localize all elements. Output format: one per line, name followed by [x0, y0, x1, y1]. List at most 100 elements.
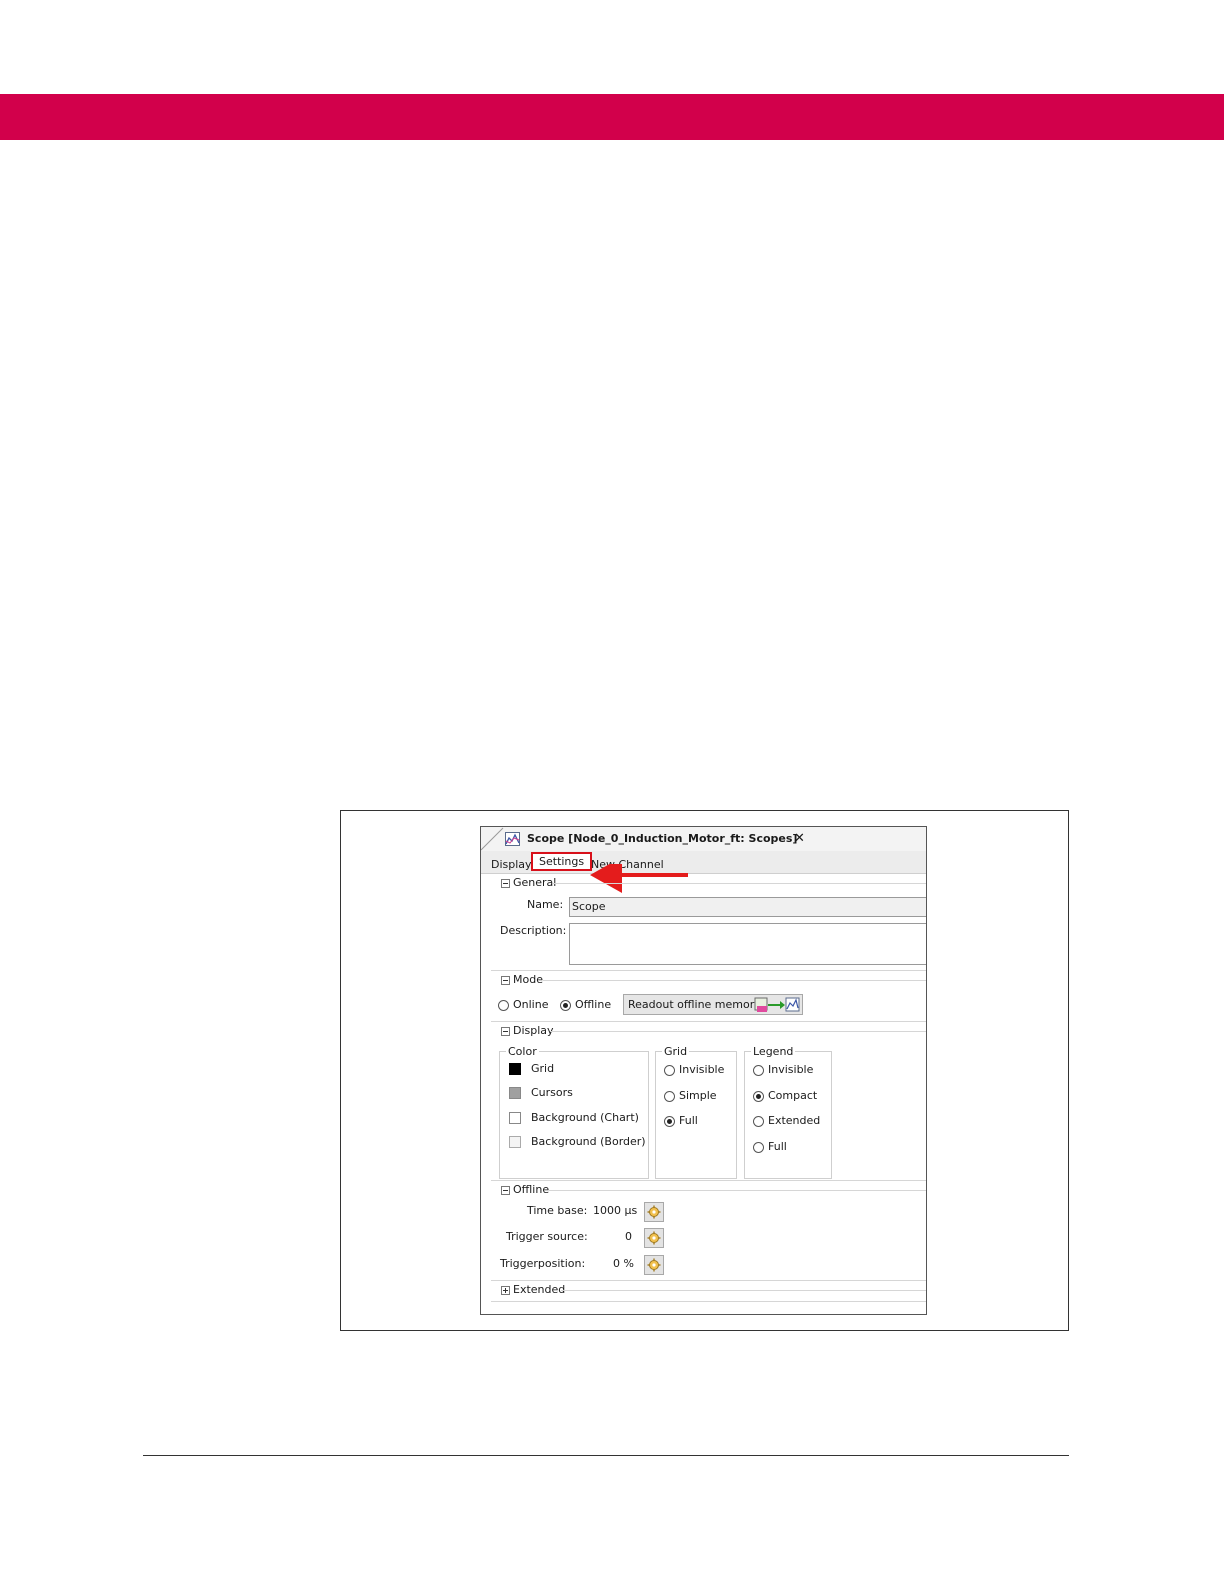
readout-button-label: Readout offline memory	[628, 998, 761, 1011]
section-divider	[491, 1280, 926, 1281]
description-label: Description:	[500, 924, 567, 937]
mode-online-radio[interactable]: Online	[498, 998, 548, 1011]
section-mode-title: Mode	[513, 973, 543, 986]
legend-option-compact[interactable]: Compact	[753, 1089, 817, 1102]
color-item-background-chart[interactable]: Background (Chart)	[509, 1111, 639, 1124]
grid-option-invisible[interactable]: Invisible	[664, 1063, 724, 1076]
section-divider	[543, 980, 926, 981]
color-item-background-border[interactable]: Background (Border)	[509, 1135, 646, 1148]
legend-option-invisible[interactable]: Invisible	[753, 1063, 813, 1076]
section-display-header[interactable]: Display	[501, 1024, 554, 1037]
trigger-source-label: Trigger source:	[506, 1230, 588, 1243]
section-offline-header[interactable]: Offline	[501, 1183, 549, 1196]
section-divider	[553, 883, 926, 884]
background-chart-color-swatch[interactable]	[509, 1112, 521, 1124]
legend-option-extended[interactable]: Extended	[753, 1114, 820, 1127]
color-item-label: Grid	[531, 1062, 555, 1075]
expand-icon[interactable]	[501, 1285, 510, 1295]
collapse-icon[interactable]	[501, 878, 510, 888]
mode-offline-label: Offline	[575, 998, 612, 1011]
legend-group: Legend Invisible Compact Extended Full	[744, 1045, 832, 1179]
scope-chart-icon	[505, 832, 520, 846]
cursors-color-swatch[interactable]	[509, 1087, 521, 1099]
radio-legend-full[interactable]	[753, 1141, 764, 1153]
tab-settings[interactable]: Settings	[531, 852, 593, 871]
legend-option-label: Full	[768, 1140, 787, 1153]
gear-icon	[647, 1205, 661, 1219]
time-base-label: Time base:	[527, 1204, 588, 1217]
document-tab-bar: Scope [Node_0_Induction_Motor_ft: Scopes…	[481, 827, 926, 852]
description-field[interactable]	[569, 923, 926, 965]
readout-transfer-icon	[754, 997, 800, 1012]
section-mode-header[interactable]: Mode	[501, 973, 543, 986]
color-item-label: Cursors	[531, 1086, 573, 1099]
gear-icon	[647, 1231, 661, 1245]
section-general-header[interactable]: General	[501, 876, 556, 889]
radio-grid-simple[interactable]	[664, 1090, 675, 1102]
time-base-settings-button[interactable]	[644, 1202, 664, 1222]
trigger-source-settings-button[interactable]	[644, 1228, 664, 1248]
grid-option-label: Simple	[679, 1089, 717, 1102]
legend-group-title: Legend	[751, 1045, 796, 1058]
trigger-source-value: 0	[625, 1230, 632, 1243]
gear-icon	[647, 1258, 661, 1272]
annotation-arrow-icon	[590, 864, 688, 893]
scope-settings-window: Scope [Node_0_Induction_Motor_ft: Scopes…	[480, 826, 927, 1315]
section-divider	[491, 1021, 926, 1022]
trigger-position-label: Triggerposition:	[500, 1257, 586, 1270]
section-general-title: General	[513, 876, 557, 889]
section-divider	[549, 1190, 926, 1191]
section-extended-header[interactable]: Extended	[501, 1283, 565, 1296]
collapse-icon[interactable]	[501, 1026, 510, 1036]
color-item-cursors[interactable]: Cursors	[509, 1086, 573, 1099]
radio-grid-full[interactable]	[664, 1115, 675, 1127]
background-border-color-swatch[interactable]	[509, 1136, 521, 1148]
color-group: Color Grid Cursors Background (Chart) Ba…	[499, 1045, 649, 1179]
radio-legend-compact[interactable]	[753, 1090, 764, 1102]
mode-offline-radio[interactable]: Offline	[560, 998, 611, 1011]
settings-tab-strip: Display New Channel Settings	[481, 851, 926, 893]
grid-option-label: Invisible	[679, 1063, 725, 1076]
color-item-grid[interactable]: Grid	[509, 1062, 554, 1075]
close-icon[interactable]: ✕	[794, 831, 805, 846]
color-item-label: Background (Chart)	[531, 1111, 639, 1124]
section-display-title: Display	[513, 1024, 554, 1037]
legend-option-full[interactable]: Full	[753, 1140, 787, 1153]
name-field[interactable]: Scope	[569, 897, 926, 917]
radio-legend-invisible[interactable]	[753, 1064, 764, 1076]
section-divider	[491, 1301, 926, 1302]
name-label: Name:	[527, 898, 564, 911]
section-divider	[550, 1031, 926, 1032]
collapse-icon[interactable]	[501, 975, 510, 985]
grid-option-simple[interactable]: Simple	[664, 1089, 717, 1102]
readout-offline-memory-button[interactable]: Readout offline memory	[623, 994, 803, 1015]
section-divider	[491, 970, 926, 971]
radio-offline[interactable]	[560, 999, 571, 1011]
section-divider	[491, 1180, 926, 1181]
trigger-position-value: 0 %	[613, 1257, 634, 1270]
color-item-label: Background (Border)	[531, 1135, 646, 1148]
radio-grid-invisible[interactable]	[664, 1064, 675, 1076]
grid-group: Grid Invisible Simple Full	[655, 1045, 737, 1179]
mode-online-label: Online	[513, 998, 549, 1011]
window-title: Scope [Node_0_Induction_Motor_ft: Scopes…	[527, 832, 798, 845]
section-offline-title: Offline	[513, 1183, 550, 1196]
grid-option-full[interactable]: Full	[664, 1114, 698, 1127]
collapse-icon[interactable]	[501, 1185, 510, 1195]
grid-option-label: Full	[679, 1114, 698, 1127]
grid-group-title: Grid	[662, 1045, 690, 1058]
footer-rule	[143, 1455, 1069, 1456]
legend-option-label: Compact	[768, 1089, 818, 1102]
legend-option-label: Invisible	[768, 1063, 814, 1076]
header-band	[0, 94, 1224, 140]
radio-online[interactable]	[498, 999, 509, 1011]
radio-legend-extended[interactable]	[753, 1115, 764, 1127]
legend-option-label: Extended	[768, 1114, 821, 1127]
tab-display[interactable]: Display	[491, 858, 532, 871]
grid-color-swatch[interactable]	[509, 1063, 521, 1075]
section-divider	[561, 1290, 926, 1291]
color-group-title: Color	[506, 1045, 539, 1058]
section-extended-title: Extended	[513, 1283, 566, 1296]
tab-corner-decoration	[481, 827, 504, 851]
trigger-position-settings-button[interactable]	[644, 1255, 664, 1275]
